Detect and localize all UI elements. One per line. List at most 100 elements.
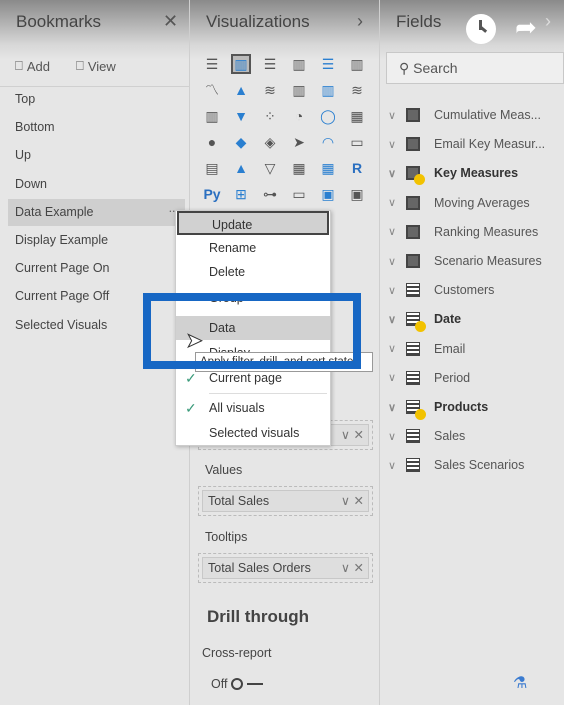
- icon-glyph: ▥: [321, 81, 335, 98]
- menu-item-delete[interactable]: Delete: [176, 260, 330, 284]
- icon-glyph: ▭: [350, 133, 364, 150]
- line-column-icon[interactable]: ▥: [289, 80, 309, 100]
- bookmarks-title: Bookmarks: [16, 12, 102, 31]
- bookmark-item[interactable]: Down: [8, 171, 185, 198]
- 100-column-icon[interactable]: ▥: [347, 54, 367, 74]
- chevron-down-icon[interactable]: ∨: [388, 167, 406, 180]
- tooltips-well[interactable]: Total Sales Orders ∨ ✕: [198, 553, 373, 583]
- azure-map-icon[interactable]: ➤: [289, 132, 309, 152]
- field-table-item[interactable]: ∨ Cumulative Meas...: [388, 103, 541, 127]
- field-table-item[interactable]: ∨ Email Key Measur...: [388, 132, 545, 156]
- watch-later-icon[interactable]: [466, 14, 496, 44]
- toggle-track: [247, 683, 264, 685]
- bookmark-item[interactable]: Display Example: [8, 227, 185, 254]
- slicer-icon[interactable]: ▽: [260, 158, 280, 178]
- menu-item-all-visuals[interactable]: ✓ All visuals: [176, 396, 330, 420]
- chevron-down-icon[interactable]: ∨: [388, 430, 406, 443]
- map-icon[interactable]: ●: [202, 132, 222, 152]
- field-controls[interactable]: ∨ ✕: [341, 425, 364, 445]
- more-icon[interactable]: ▣: [347, 184, 367, 204]
- chevron-down-icon[interactable]: ∨: [388, 459, 406, 472]
- bookmark-item[interactable]: Top: [8, 86, 185, 113]
- donut-icon[interactable]: ◯: [318, 106, 338, 126]
- card-icon[interactable]: ▭: [347, 132, 367, 152]
- waterfall-icon[interactable]: ▥: [202, 106, 222, 126]
- r-visual-icon[interactable]: R: [347, 158, 367, 178]
- multi-row-card-icon[interactable]: ▤: [202, 158, 222, 178]
- chevron-down-icon[interactable]: ∨: [388, 371, 406, 384]
- field-controls[interactable]: ∨ ✕: [341, 491, 364, 511]
- field-table-item[interactable]: ∨ Moving Averages: [388, 191, 530, 215]
- field-table-item[interactable]: ∨ Customers: [388, 278, 494, 302]
- clustered-bar-icon[interactable]: ☰: [260, 54, 280, 74]
- expand-icon[interactable]: ›: [545, 11, 551, 32]
- chevron-down-icon[interactable]: ∨: [388, 313, 406, 326]
- stacked-bar-icon[interactable]: ☰: [202, 54, 222, 74]
- expand-icon[interactable]: ›: [357, 11, 363, 32]
- bookmark-item[interactable]: Current Page On: [8, 255, 185, 282]
- values-well[interactable]: Total Sales ∨ ✕: [198, 486, 373, 516]
- field-table-item[interactable]: ∨ Products: [388, 395, 488, 420]
- decomposition-tree-icon[interactable]: ⊶: [260, 184, 280, 204]
- view-bookmark-button[interactable]: ⎕ View: [76, 58, 116, 74]
- icon-glyph: ▲: [234, 82, 248, 98]
- field-table-item[interactable]: ∨ Sales Scenarios: [388, 453, 524, 477]
- pie-icon[interactable]: ◔: [289, 106, 309, 126]
- chevron-down-icon[interactable]: ∨: [388, 138, 406, 151]
- bookmark-item[interactable]: Bottom: [8, 114, 185, 141]
- area-icon[interactable]: ▲: [231, 80, 251, 100]
- ribbon-icon[interactable]: ≋: [347, 80, 367, 100]
- clustered-column-icon[interactable]: ▥: [289, 54, 309, 74]
- smart-narrative-icon[interactable]: ▣: [318, 184, 338, 204]
- filled-map-icon[interactable]: ◆: [231, 132, 251, 152]
- field-table-item[interactable]: ∨ Scenario Measures: [388, 249, 542, 273]
- fields-pane: Fields › ➦ ⚲ Search ∨ Cumulative Meas... ∨…: [380, 0, 564, 705]
- shape-map-icon[interactable]: ◈: [260, 132, 280, 152]
- field-table-item[interactable]: ∨ Key Measures: [388, 161, 518, 186]
- field-table-item[interactable]: ∨ Date: [388, 307, 461, 333]
- field-table-item[interactable]: ∨ Sales: [388, 424, 465, 448]
- scatter-icon[interactable]: ⁘: [260, 106, 280, 126]
- chevron-down-icon[interactable]: ∨: [388, 109, 406, 122]
- chevron-down-icon[interactable]: ∨: [388, 342, 406, 355]
- cross-report-toggle[interactable]: Off: [211, 677, 264, 691]
- python-icon[interactable]: Py: [202, 184, 222, 204]
- icon-glyph: ▥: [205, 107, 219, 124]
- treemap-icon[interactable]: ▦: [347, 106, 367, 126]
- key-influencers-icon[interactable]: ⊞: [231, 184, 251, 204]
- field-table-item[interactable]: ∨ Period: [388, 366, 470, 390]
- field-controls[interactable]: ∨ ✕: [341, 558, 364, 578]
- add-bookmark-button[interactable]: ⎕ Add: [15, 58, 50, 74]
- matrix-icon[interactable]: ▦: [318, 158, 338, 178]
- chevron-down-icon[interactable]: ∨: [388, 284, 406, 297]
- table-icon[interactable]: ▦: [289, 158, 309, 178]
- menu-item-selected-visuals[interactable]: Selected visuals: [176, 421, 330, 445]
- menu-item-rename[interactable]: Rename: [176, 236, 330, 260]
- chevron-down-icon[interactable]: ∨: [388, 255, 406, 268]
- kpi-icon[interactable]: ▲: [231, 158, 251, 178]
- 100-bar-icon[interactable]: ☰: [318, 54, 338, 74]
- field-table-item[interactable]: ∨ Email: [388, 337, 465, 361]
- line-clustered-icon[interactable]: ▥: [318, 80, 338, 100]
- close-icon[interactable]: ✕: [163, 11, 178, 32]
- bookmark-label: Bottom: [15, 120, 55, 135]
- chevron-down-icon[interactable]: ∨: [388, 225, 406, 238]
- bookmark-item[interactable]: Up: [8, 142, 185, 169]
- icon-glyph: ◠: [321, 133, 335, 150]
- qa-icon[interactable]: ▭: [289, 184, 309, 204]
- line-icon[interactable]: 〽: [202, 80, 222, 100]
- chevron-down-icon[interactable]: ∨: [388, 196, 406, 209]
- toggle-switch[interactable]: [231, 678, 244, 690]
- stacked-column-icon[interactable]: ▥: [231, 54, 251, 74]
- funnel-icon[interactable]: ▼: [231, 106, 251, 126]
- search-input[interactable]: ⚲ Search: [386, 52, 564, 84]
- gauge-icon[interactable]: ◠: [318, 132, 338, 152]
- chevron-down-icon[interactable]: ∨: [388, 401, 406, 414]
- stacked-area-icon[interactable]: ≋: [260, 80, 280, 100]
- field-name: Sales Scenarios: [434, 458, 525, 473]
- share-icon[interactable]: ➦: [515, 12, 537, 43]
- menu-item-update[interactable]: Update: [177, 211, 329, 235]
- bookmark-item[interactable]: Data Example...: [8, 198, 185, 226]
- field-table-item[interactable]: ∨ Ranking Measures: [388, 220, 538, 244]
- icon-glyph: ➤: [293, 133, 305, 150]
